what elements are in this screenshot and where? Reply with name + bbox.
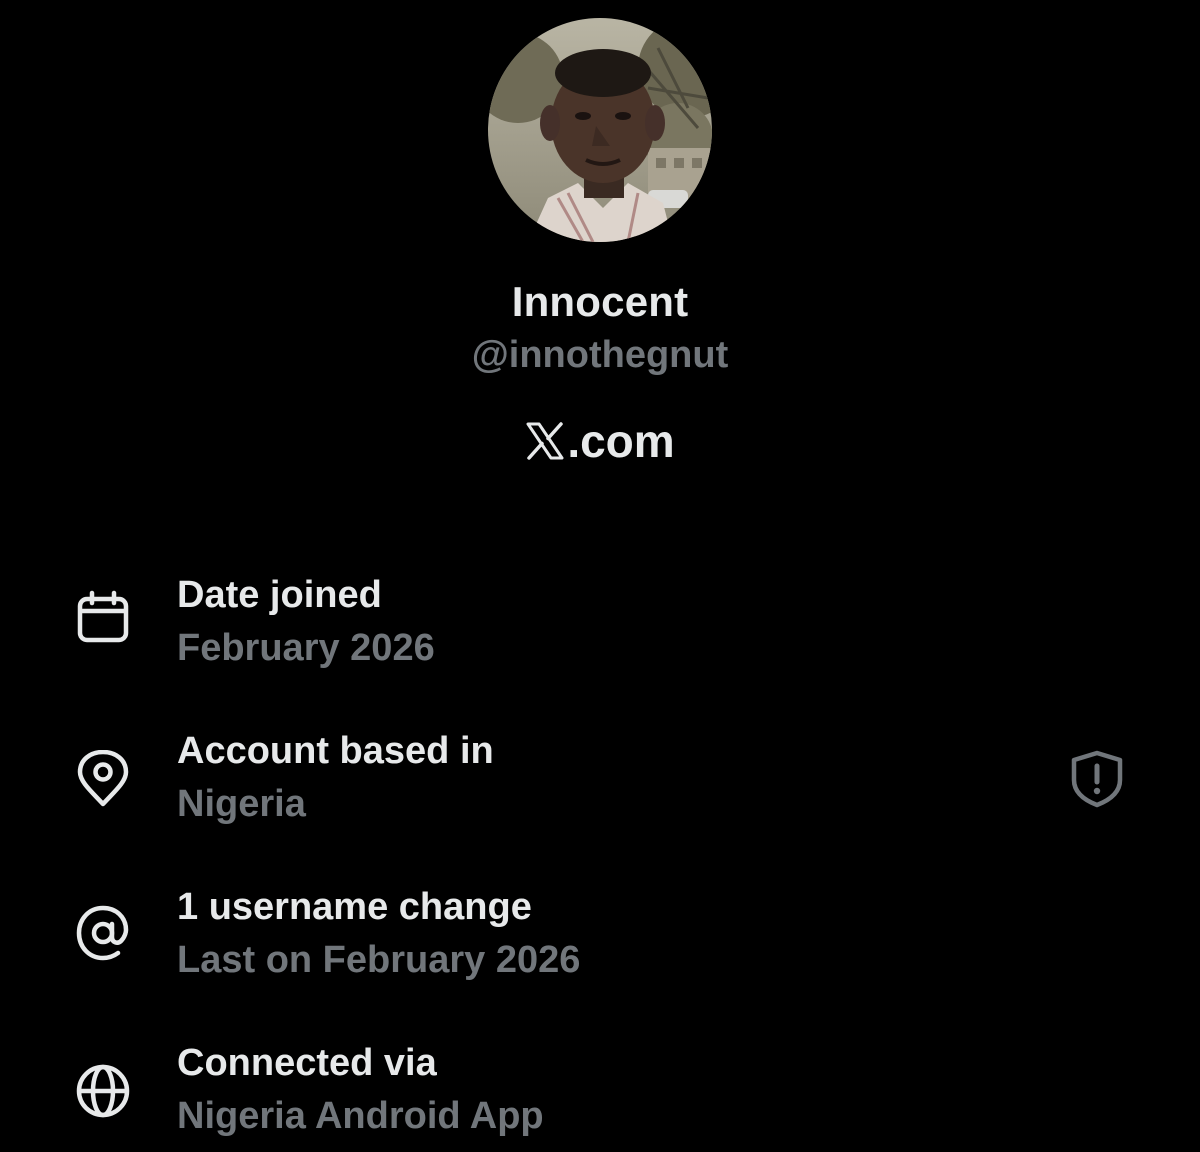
display-name: Innocent — [511, 278, 689, 325]
globe-icon — [74, 1062, 132, 1120]
source-row: .com — [0, 414, 1200, 468]
date-joined-label: Date joined — [177, 574, 382, 616]
username-handle: @innothegnut — [471, 334, 729, 376]
avatar[interactable] — [488, 18, 712, 242]
info-row-account-based-in: Account based in Nigeria — [0, 730, 1200, 840]
source-text: .com — [567, 415, 675, 467]
info-row-connected-via: Connected via Nigeria Android App — [0, 1042, 1200, 1152]
account-based-in-label: Account based in — [177, 730, 494, 772]
avatar-photo — [488, 18, 712, 242]
date-joined-value: February 2026 — [177, 627, 435, 669]
location-pin-icon — [74, 749, 132, 808]
info-row-username-change: 1 username change Last on February 2026 — [0, 886, 1200, 996]
connected-via-value: Nigeria Android App — [177, 1095, 544, 1137]
username-change-label: 1 username change — [177, 886, 532, 928]
at-sign-icon — [74, 904, 132, 962]
connected-via-label: Connected via — [177, 1042, 437, 1084]
x-logo-icon — [525, 421, 565, 461]
calendar-icon — [74, 590, 132, 648]
username-change-value: Last on February 2026 — [177, 939, 581, 981]
shield-alert-icon[interactable] — [1068, 750, 1126, 808]
account-based-in-value: Nigeria — [177, 783, 306, 825]
info-row-date-joined: Date joined February 2026 — [0, 574, 1200, 684]
